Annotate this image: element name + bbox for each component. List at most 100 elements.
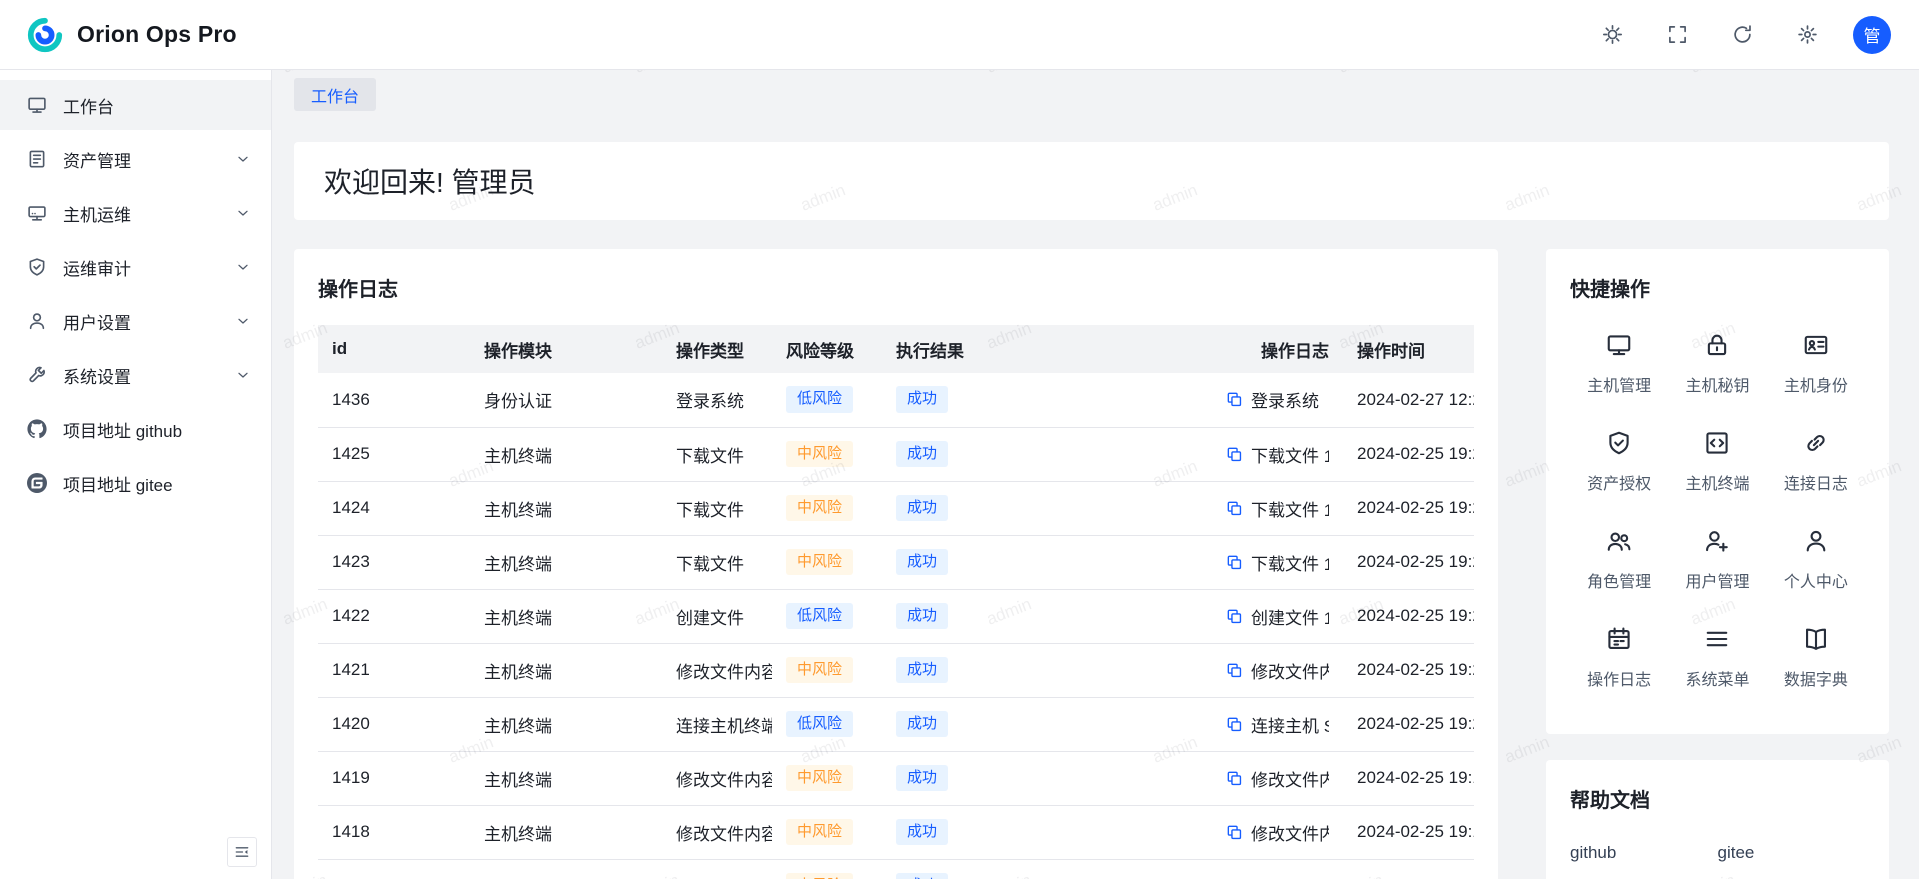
risk-badge: 中风险 — [786, 765, 853, 792]
sidebar-collapse-button[interactable] — [227, 837, 257, 867]
quick-action-personal-center[interactable]: 个人中心 — [1767, 528, 1865, 592]
user-icon — [1803, 528, 1829, 554]
cell-result: 成功 — [882, 535, 1212, 589]
watermark-text: admin — [280, 70, 330, 78]
quick-action-role-management[interactable]: 角色管理 — [1570, 528, 1668, 592]
result-badge: 成功 — [896, 386, 948, 413]
settings-button[interactable] — [1788, 16, 1826, 54]
quick-action-label: 主机终端 — [1685, 470, 1749, 494]
cell-time: 2024-02-25 19:20:47 — [1343, 643, 1474, 697]
cell-result: 成功 — [882, 589, 1212, 643]
refresh-button[interactable] — [1723, 16, 1761, 54]
copy-icon[interactable] — [1226, 770, 1243, 787]
quick-action-host-identity[interactable]: 主机身份 — [1767, 332, 1865, 396]
theme-toggle-button[interactable] — [1593, 16, 1631, 54]
copy-icon[interactable] — [1226, 554, 1243, 571]
cell-id: 1423 — [318, 535, 470, 589]
quick-action-data-dictionary[interactable]: 数据字典 — [1767, 626, 1865, 690]
result-badge: 成功 — [896, 873, 948, 879]
column-header: 操作模块 — [470, 325, 662, 373]
user-avatar[interactable]: 管 — [1853, 16, 1891, 54]
quick-action-label: 系统菜单 — [1685, 666, 1749, 690]
fullscreen-icon — [1667, 24, 1688, 45]
cell-id: 1419 — [318, 751, 470, 805]
quick-action-host-keys[interactable]: 主机秘钥 — [1668, 332, 1766, 396]
cell-result: 成功 — [882, 697, 1212, 751]
gitee-icon — [27, 473, 47, 493]
terminal-icon — [1704, 430, 1730, 456]
sidebar-item-user-settings[interactable]: 用户设置 — [0, 296, 271, 346]
sidebar-menu: 工作台 资产管理 主机运维 运维审计 用 — [0, 80, 271, 508]
risk-badge: 中风险 — [786, 819, 853, 846]
log-text: 修改文件内容 101.43.254.243 ... — [1251, 874, 1329, 879]
quick-action-host-management[interactable]: 主机管理 — [1570, 332, 1668, 396]
sidebar-item-label: 运维审计 — [63, 255, 219, 280]
sidebar-item-host-operations[interactable]: 主机运维 — [0, 188, 271, 238]
header-actions: 管 — [1593, 16, 1891, 54]
quick-action-connection-log[interactable]: 连接日志 — [1767, 430, 1865, 494]
log-text: 修改文件内容 101.43.254.243 ... — [1251, 766, 1329, 791]
quick-action-label: 主机秘钥 — [1685, 372, 1749, 396]
sidebar-item-workbench[interactable]: 工作台 — [0, 80, 271, 130]
cell-type: 修改文件内容 — [662, 805, 772, 859]
app-title: Orion Ops Pro — [77, 21, 237, 48]
table-row: 1421 主机终端 修改文件内容 中风险 成功 修改文件内容 101.43.25… — [318, 643, 1474, 697]
cell-type: 修改文件内容 — [662, 751, 772, 805]
watermark-text: admin — [1336, 70, 1386, 78]
column-header: 执行结果 — [882, 325, 1212, 373]
fullscreen-button[interactable] — [1658, 16, 1696, 54]
cell-risk: 低风险 — [772, 373, 882, 427]
cell-time: 2024-02-25 19:19:27 — [1343, 751, 1474, 805]
cell-risk: 中风险 — [772, 643, 882, 697]
welcome-title: 欢迎回来! 管理员 — [324, 161, 536, 201]
quick-action-label: 主机身份 — [1784, 372, 1848, 396]
copy-icon[interactable] — [1226, 662, 1243, 679]
cell-risk: 中风险 — [772, 481, 882, 535]
table-row: 1424 主机终端 下载文件 中风险 成功 下载文件 101.43.254.24… — [318, 481, 1474, 535]
cell-log: 下载文件 101.43.254.243 /roo... — [1212, 535, 1343, 589]
copy-icon[interactable] — [1226, 608, 1243, 625]
app-logo-icon — [26, 16, 64, 54]
quick-action-system-menu[interactable]: 系统菜单 — [1668, 626, 1766, 690]
help-link-github[interactable]: github — [1570, 843, 1718, 863]
quick-action-user-management[interactable]: 用户管理 — [1668, 528, 1766, 592]
quick-action-label: 资产授权 — [1587, 470, 1651, 494]
sidebar-item-operations-audit[interactable]: 运维审计 — [0, 242, 271, 292]
quick-action-operation-log[interactable]: 操作日志 — [1570, 626, 1668, 690]
sidebar-item-asset-management[interactable]: 资产管理 — [0, 134, 271, 184]
sidebar-item-gitee[interactable]: 项目地址 gitee — [0, 458, 271, 508]
result-badge: 成功 — [896, 603, 948, 630]
brand[interactable]: Orion Ops Pro — [26, 16, 237, 54]
book-icon — [1803, 626, 1829, 652]
copy-icon[interactable] — [1226, 824, 1243, 841]
quick-action-host-terminal[interactable]: 主机终端 — [1668, 430, 1766, 494]
cell-id: 1421 — [318, 643, 470, 697]
sidebar-item-github[interactable]: 项目地址 github — [0, 404, 271, 454]
tabs-bar: 工作台 — [294, 78, 1889, 111]
log-text: 修改文件内容 101.43.254.243 ... — [1251, 820, 1329, 845]
quick-actions-title: 快捷操作 — [1570, 273, 1865, 302]
cell-id: 1424 — [318, 481, 470, 535]
cell-module: 主机终端 — [470, 589, 662, 643]
cell-risk: 中风险 — [772, 535, 882, 589]
result-badge: 成功 — [896, 819, 948, 846]
copy-icon[interactable] — [1226, 716, 1243, 733]
result-badge: 成功 — [896, 441, 948, 468]
team-icon — [1606, 528, 1632, 554]
quick-actions-card: 快捷操作 主机管理 主机秘钥 — [1546, 249, 1889, 734]
sidebar-item-system-settings[interactable]: 系统设置 — [0, 350, 271, 400]
cell-risk: 中风险 — [772, 751, 882, 805]
copy-icon[interactable] — [1226, 391, 1243, 408]
quick-action-label: 角色管理 — [1587, 568, 1651, 592]
copy-icon[interactable] — [1226, 500, 1243, 517]
cell-time: 2024-02-25 19:19:24 — [1343, 859, 1474, 879]
table-row: 1423 主机终端 下载文件 中风险 成功 下载文件 101.43.254.24… — [318, 535, 1474, 589]
chevron-down-icon — [235, 151, 251, 167]
copy-icon[interactable] — [1226, 446, 1243, 463]
content-grid: 操作日志 id操作模块操作类型风险等级执行结果操作日志操作时间 1436 身份认… — [294, 249, 1889, 879]
cell-risk: 中风险 — [772, 427, 882, 481]
help-link-gitee[interactable]: gitee — [1718, 843, 1866, 863]
sidebar: 工作台 资产管理 主机运维 运维审计 用 — [0, 70, 272, 879]
tab-workbench[interactable]: 工作台 — [294, 78, 376, 111]
quick-action-asset-authorization[interactable]: 资产授权 — [1570, 430, 1668, 494]
